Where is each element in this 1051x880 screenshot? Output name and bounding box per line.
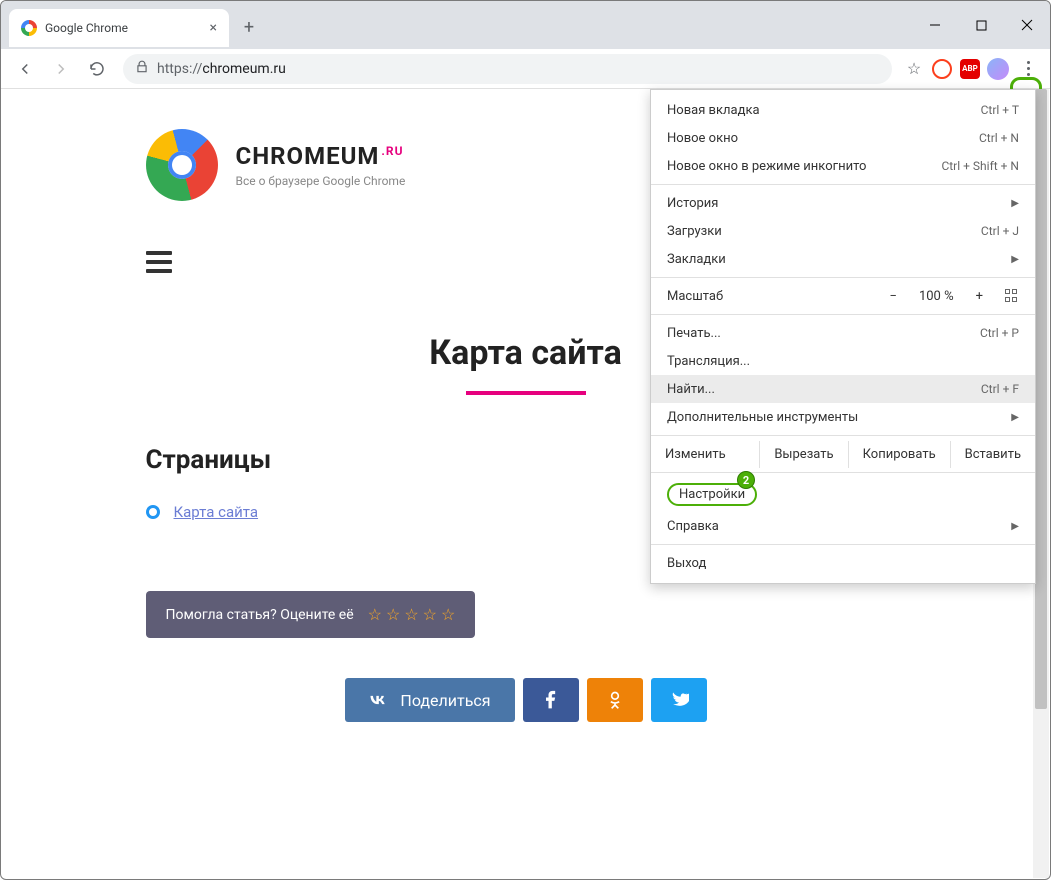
menu-more-tools[interactable]: Дополнительные инструменты▶ — [651, 403, 1035, 431]
chrome-favicon-icon — [21, 20, 37, 36]
menu-find[interactable]: Найти...Ctrl + F — [651, 375, 1035, 403]
yandex-extension-icon[interactable] — [930, 57, 954, 81]
menu-new-tab[interactable]: Новая вкладкаCtrl + T — [651, 96, 1035, 124]
menu-bookmarks[interactable]: Закладки▶ — [651, 245, 1035, 273]
share-vk-button[interactable]: Поделиться — [345, 678, 515, 722]
address-bar[interactable]: https://chromeum.ru — [123, 54, 892, 84]
hamburger-menu-button[interactable] — [146, 251, 172, 273]
menu-zoom: Масштаб − 100 % + — [651, 282, 1035, 310]
title-underline — [466, 391, 586, 395]
menu-print[interactable]: Печать...Ctrl + P — [651, 319, 1035, 347]
brand-name: CHROMEUM.RU — [236, 142, 406, 170]
bookmark-star-icon[interactable]: ☆ — [902, 57, 926, 81]
close-window-button[interactable] — [1004, 9, 1050, 41]
abp-extension-icon[interactable]: ABP — [958, 57, 982, 81]
menu-cast[interactable]: Трансляция... — [651, 347, 1035, 375]
zoom-out-button[interactable]: − — [886, 289, 901, 304]
star-icon[interactable]: ☆ — [441, 605, 455, 624]
fullscreen-button[interactable] — [1005, 289, 1019, 303]
scrollbar-thumb[interactable] — [1035, 89, 1047, 709]
menu-help[interactable]: Справка▶ — [651, 512, 1035, 540]
brand-subtitle: Все о браузере Google Chrome — [236, 174, 406, 188]
star-icon[interactable]: ☆ — [423, 605, 437, 624]
menu-separator — [651, 314, 1035, 315]
lock-icon — [135, 59, 149, 78]
menu-settings[interactable]: Настройки 2 — [651, 477, 1035, 512]
menu-separator — [651, 277, 1035, 278]
chevron-right-icon: ▶ — [1011, 254, 1019, 265]
bullet-icon — [146, 505, 160, 519]
menu-paste[interactable]: Вставить — [950, 441, 1035, 468]
menu-separator — [651, 472, 1035, 473]
menu-copy[interactable]: Копировать — [848, 441, 950, 468]
zoom-in-button[interactable]: + — [972, 289, 987, 304]
star-icon[interactable]: ☆ — [386, 605, 400, 624]
annotation-badge-2: 2 — [737, 471, 755, 489]
star-icon[interactable]: ☆ — [368, 605, 382, 624]
menu-downloads[interactable]: ЗагрузкиCtrl + J — [651, 217, 1035, 245]
toolbar: https://chromeum.ru ☆ ABP — [1, 49, 1050, 89]
close-tab-icon[interactable]: × — [210, 20, 217, 36]
minimize-button[interactable] — [912, 9, 958, 41]
share-row: Поделиться — [146, 678, 906, 722]
share-label: Поделиться — [400, 691, 490, 710]
vk-icon — [368, 690, 388, 710]
twitter-icon — [669, 690, 689, 710]
back-button[interactable] — [9, 53, 41, 85]
menu-exit[interactable]: Выход — [651, 549, 1035, 577]
titlebar: Google Chrome × + — [1, 1, 1050, 49]
share-ok-button[interactable] — [587, 678, 643, 722]
edit-label: Изменить — [651, 441, 759, 468]
maximize-button[interactable] — [958, 9, 1004, 41]
browser-window: Google Chrome × + https://chromeum.ru ☆ … — [0, 0, 1051, 880]
forward-button[interactable] — [45, 53, 77, 85]
chrome-main-menu: Новая вкладкаCtrl + T Новое окноCtrl + N… — [650, 89, 1036, 584]
reload-button[interactable] — [81, 53, 113, 85]
menu-separator — [651, 184, 1035, 185]
tab-title: Google Chrome — [45, 21, 128, 35]
site-logo-icon — [146, 129, 218, 201]
star-icon[interactable]: ☆ — [404, 605, 418, 624]
rate-article-button[interactable]: Помогла статья? Оцените её ☆ ☆ ☆ ☆ ☆ — [146, 591, 476, 638]
menu-separator — [651, 544, 1035, 545]
profile-avatar[interactable] — [986, 57, 1010, 81]
menu-incognito[interactable]: Новое окно в режиме инкогнитоCtrl + Shif… — [651, 152, 1035, 180]
chevron-right-icon: ▶ — [1011, 198, 1019, 209]
menu-edit-row: Изменить Вырезать Копировать Вставить — [651, 440, 1035, 468]
rating-stars[interactable]: ☆ ☆ ☆ ☆ ☆ — [368, 605, 456, 624]
main-menu-button[interactable] — [1014, 55, 1042, 83]
url-text: https://chromeum.ru — [157, 61, 286, 77]
share-tw-button[interactable] — [651, 678, 707, 722]
new-tab-button[interactable]: + — [235, 13, 263, 41]
menu-new-window[interactable]: Новое окноCtrl + N — [651, 124, 1035, 152]
chevron-right-icon: ▶ — [1011, 521, 1019, 532]
browser-tab[interactable]: Google Chrome × — [9, 9, 229, 47]
share-fb-button[interactable] — [523, 678, 579, 722]
chevron-right-icon: ▶ — [1011, 412, 1019, 423]
menu-history[interactable]: История▶ — [651, 189, 1035, 217]
odnoklassniki-icon — [605, 690, 625, 710]
menu-cut[interactable]: Вырезать — [759, 441, 847, 468]
zoom-value: 100 % — [919, 289, 954, 304]
sitemap-link[interactable]: Карта сайта — [174, 503, 259, 521]
menu-separator — [651, 435, 1035, 436]
facebook-icon — [541, 690, 561, 710]
rate-label: Помогла статья? Оцените её — [166, 607, 354, 623]
